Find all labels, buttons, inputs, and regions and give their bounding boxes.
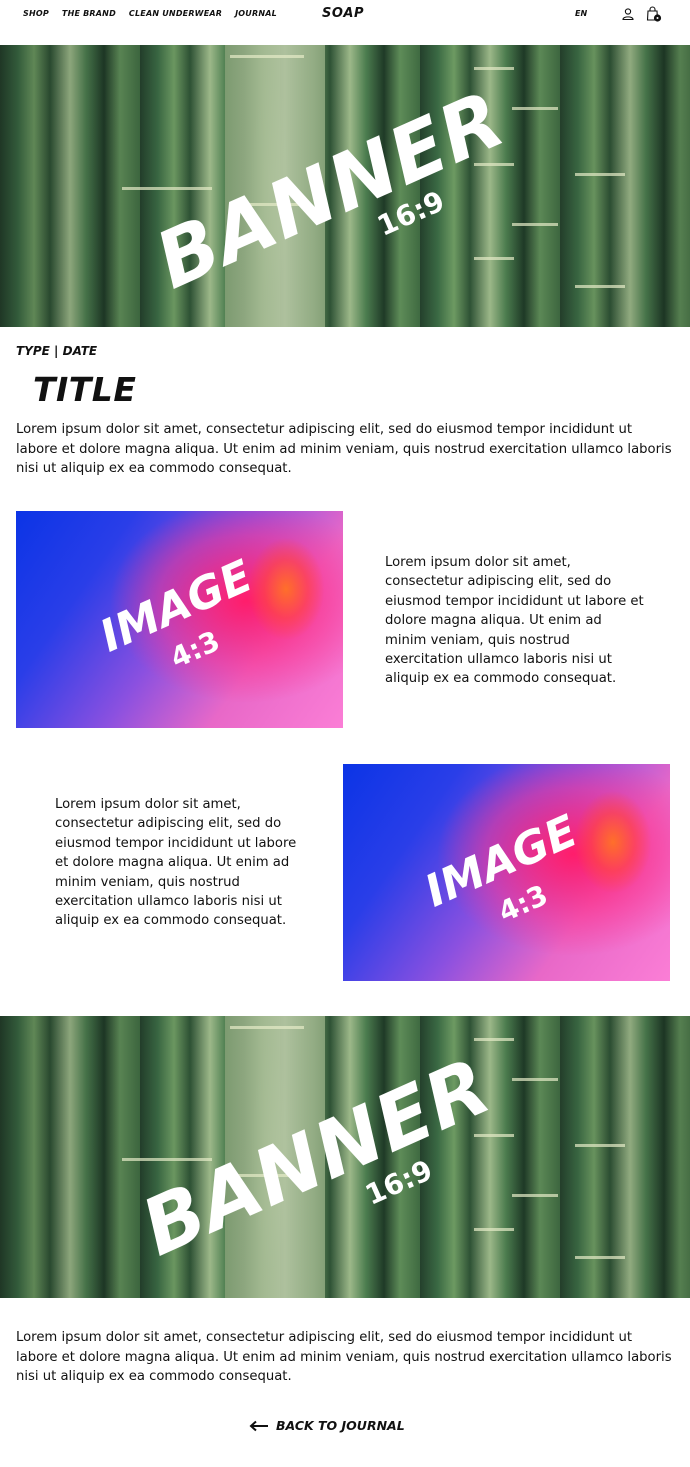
arrow-left-icon	[249, 1420, 268, 1431]
back-to-journal-link[interactable]: BACK TO JOURNAL	[249, 1418, 405, 1433]
nav-link-clean-underwear[interactable]: CLEAN UNDERWEAR	[129, 9, 222, 18]
article-text-block-2: Lorem ipsum dolor sit amet, consectetur …	[55, 797, 297, 929]
hero-banner: BANNER 16:9	[0, 45, 690, 327]
bottom-banner: BANNER 16:9	[0, 1016, 690, 1298]
nav-link-the-brand[interactable]: THE BRAND	[62, 9, 116, 18]
banner-placeholder-word: BANNER	[143, 74, 518, 307]
article-image-2: IMAGE 4:3	[343, 764, 670, 981]
site-logo[interactable]: SOAP	[322, 6, 364, 21]
nav-link-shop[interactable]: SHOP	[23, 9, 49, 18]
main-nav: SHOP THE BRAND CLEAN UNDERWEAR JOURNAL	[23, 9, 290, 18]
article-text-block-1: Lorem ipsum dolor sit amet, consectetur …	[385, 555, 644, 687]
article-outro: Lorem ipsum dolor sit amet, consectetur …	[16, 1330, 672, 1384]
article-image-1: IMAGE 4:3	[16, 511, 343, 728]
article-title: TITLE	[33, 370, 137, 409]
language-selector[interactable]: EN	[575, 9, 587, 18]
nav-link-journal[interactable]: JOURNAL	[235, 9, 277, 18]
back-to-journal-label: BACK TO JOURNAL	[276, 1418, 405, 1433]
site-header: SHOP THE BRAND CLEAN UNDERWEAR JOURNAL S…	[0, 0, 690, 46]
article-intro: Lorem ipsum dolor sit amet, consectetur …	[16, 422, 672, 476]
user-icon[interactable]	[621, 7, 635, 21]
cart-icon[interactable]	[645, 5, 663, 23]
article-meta: TYPE | DATE	[16, 344, 98, 358]
